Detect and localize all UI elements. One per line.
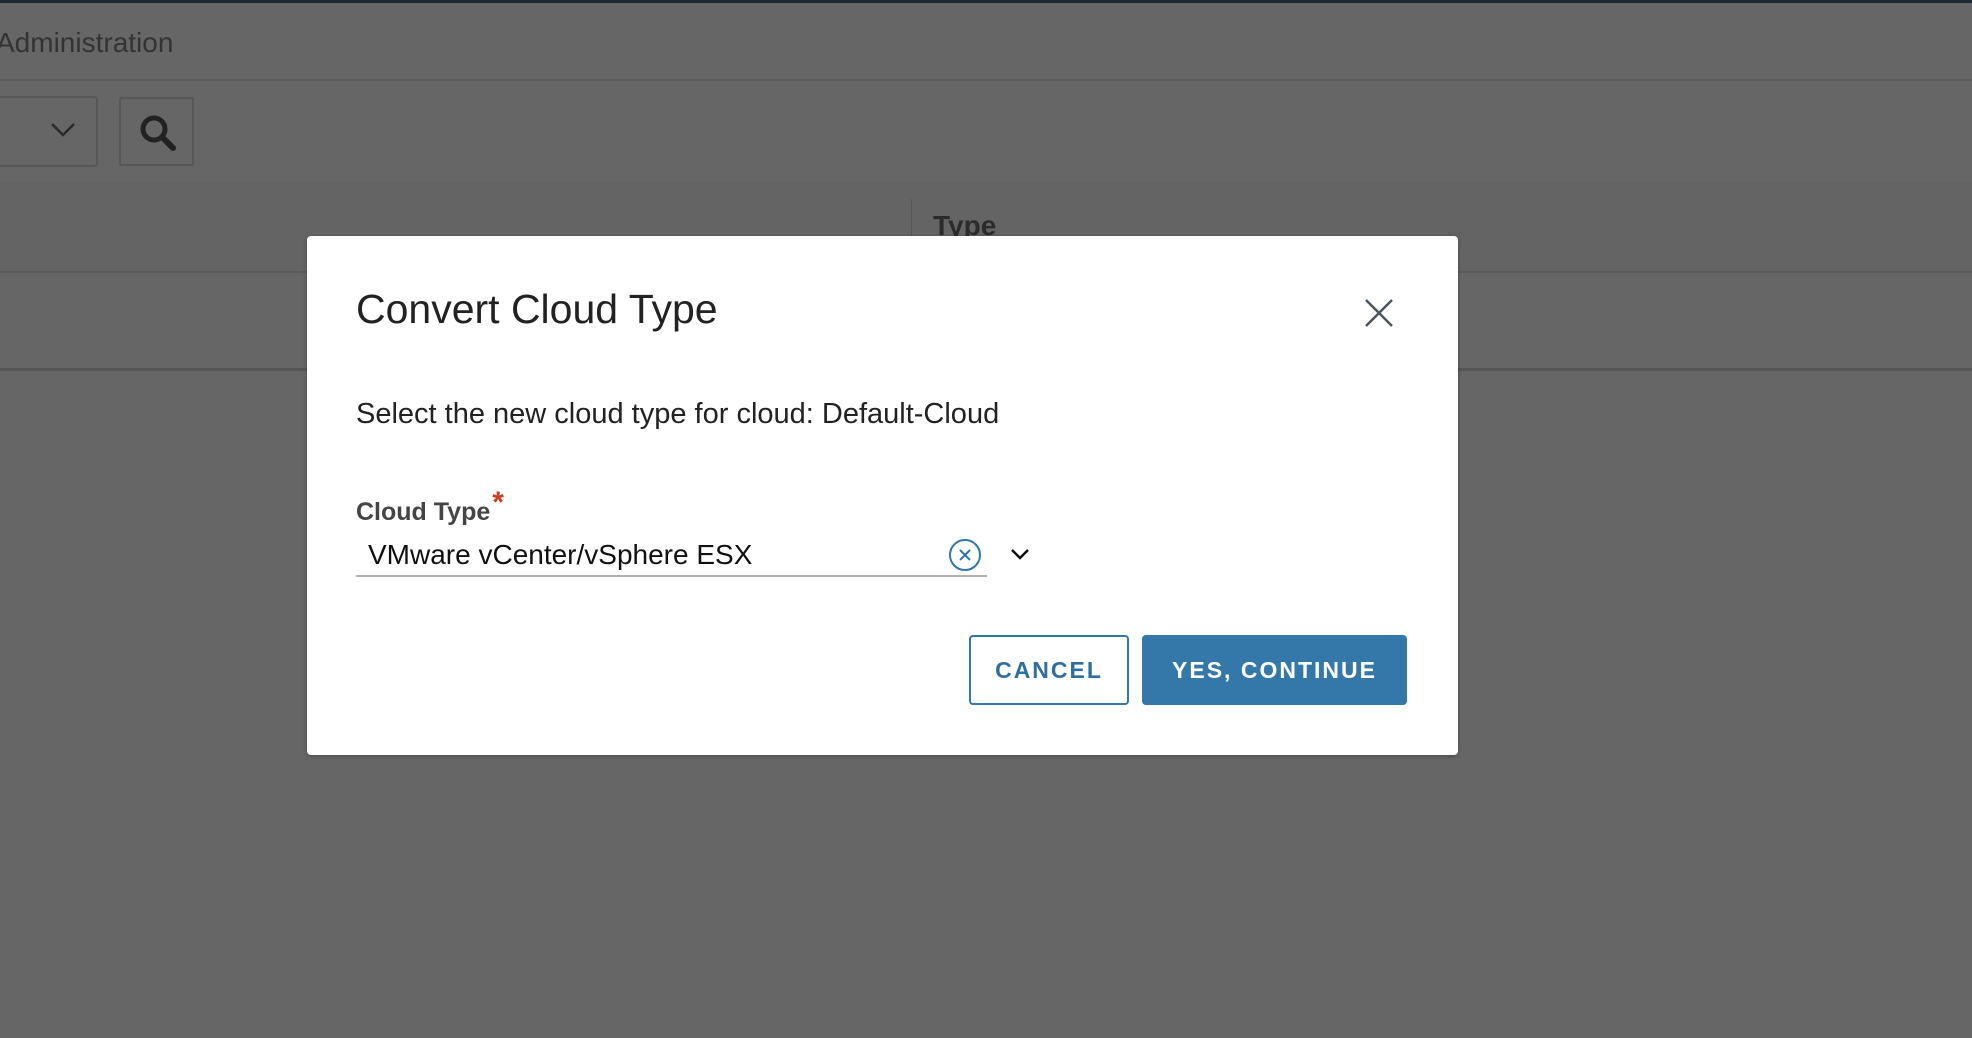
close-button[interactable] [1364,298,1394,333]
cloud-type-select[interactable]: VMware vCenter/vSphere ESX [356,531,1029,577]
clear-selection-icon[interactable] [948,538,982,572]
cancel-button[interactable]: CANCEL [969,635,1129,705]
chevron-down-icon[interactable] [1010,547,1030,561]
dialog-title: Convert Cloud Type [356,286,718,332]
chevron-down-icon [51,123,75,137]
required-marker: * [492,486,504,519]
toolbar [0,83,1972,182]
dialog-message: Select the new cloud type for cloud: Def… [356,398,1000,430]
close-icon [1365,299,1393,327]
cloud-type-label: Cloud Type* [356,486,504,528]
search-button[interactable] [119,97,194,166]
cloud-type-label-text: Cloud Type [356,498,491,526]
cloud-type-value: VMware vCenter/vSphere ESX [368,539,753,570]
convert-cloud-type-dialog: Convert Cloud Type Select the new cloud … [307,236,1458,755]
yes-continue-button[interactable]: YES, CONTINUE [1142,635,1407,705]
filter-dropdown[interactable] [0,96,98,167]
search-icon [140,115,176,151]
page-header: Administration [0,3,1972,81]
page-title: Administration [0,27,174,58]
